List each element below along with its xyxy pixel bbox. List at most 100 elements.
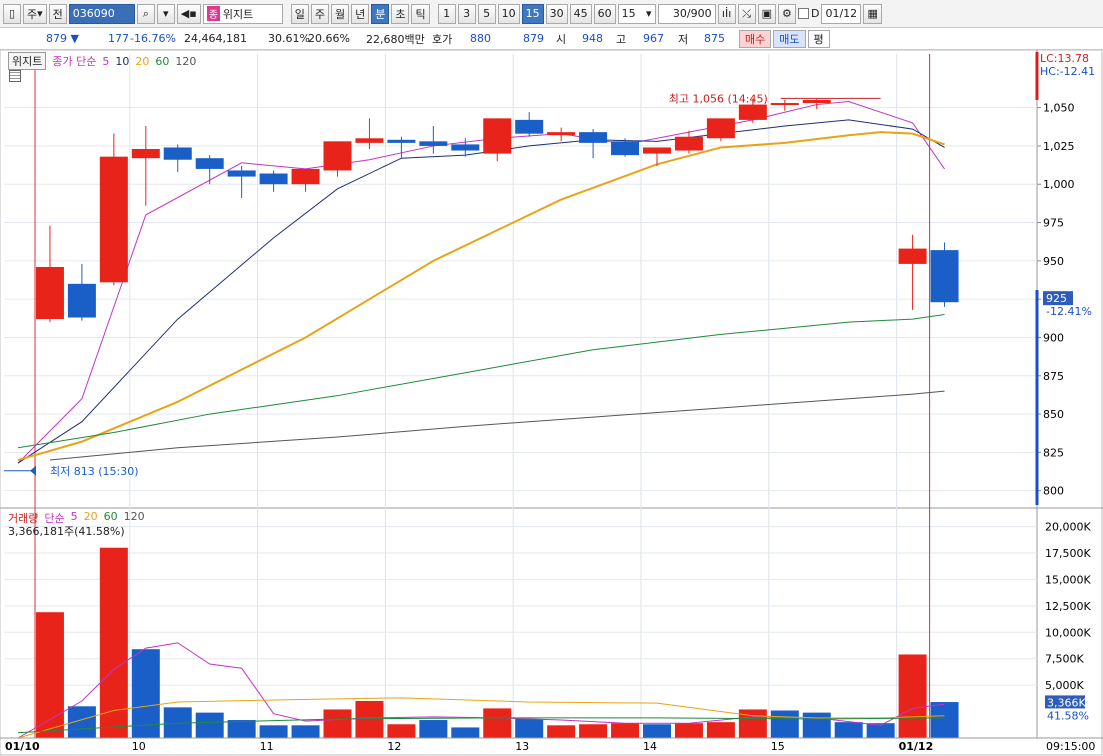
candle-body[interactable] — [930, 250, 959, 303]
candle-body[interactable] — [515, 119, 544, 134]
volume-tick-label: 20,000K — [1045, 521, 1091, 534]
candle-body[interactable] — [579, 132, 608, 143]
dropdown-arrow-icon[interactable]: ▾ — [156, 3, 175, 24]
candle-body[interactable] — [227, 170, 256, 177]
candle-body[interactable] — [291, 168, 320, 185]
drawing-tools-icon[interactable]: ⤯ — [737, 3, 756, 24]
volume-bar[interactable] — [930, 702, 959, 738]
candle-body[interactable] — [419, 141, 448, 146]
minute-tab-3[interactable]: 3 — [457, 3, 476, 24]
minute-select-value: 15 — [621, 7, 636, 20]
volume-tick-label: 10,000K — [1045, 626, 1091, 639]
volume-bar[interactable] — [547, 725, 576, 738]
stock-name-field[interactable]: 종 위지트 — [202, 3, 283, 24]
save-icon[interactable]: ▣ — [757, 3, 776, 24]
volume-bar[interactable] — [451, 727, 480, 738]
volume-bar[interactable] — [483, 708, 512, 738]
count-value: 30 — [672, 7, 687, 20]
volume-bar[interactable] — [419, 720, 448, 738]
candle-body[interactable] — [67, 283, 96, 318]
minute-tab-5[interactable]: 5 — [477, 3, 496, 24]
date-checkbox[interactable] — [797, 8, 809, 19]
sell-button[interactable]: 매도 — [773, 29, 806, 48]
candle-body[interactable] — [483, 118, 512, 154]
candle-body[interactable] — [35, 266, 64, 320]
current-volume-pct-label: 41.58% — [1047, 709, 1089, 722]
chart-window-icon[interactable]: ▯ — [3, 3, 21, 24]
volume-bar[interactable] — [323, 709, 352, 738]
volume-bar[interactable] — [643, 724, 671, 738]
minute-select[interactable]: 15 ▾ — [617, 3, 656, 24]
market-mode-select[interactable]: 주 ▾ — [23, 3, 47, 24]
minute-tab-60[interactable]: 60 — [593, 3, 616, 24]
period-tab-틱[interactable]: 틱 — [411, 3, 430, 24]
candle-body[interactable] — [195, 158, 224, 169]
volume-bar[interactable] — [898, 654, 927, 738]
volume-bar[interactable] — [515, 718, 544, 738]
volume-bar[interactable] — [802, 712, 831, 738]
count-input[interactable]: 30/900 — [657, 3, 716, 24]
period-tab-초[interactable]: 초 — [391, 3, 410, 24]
trade-amount: 22,680백만 — [366, 32, 425, 46]
candle-body[interactable] — [802, 99, 831, 104]
calendar-icon[interactable]: ▦ — [863, 3, 882, 24]
candle-body[interactable] — [674, 136, 703, 151]
candle-body[interactable] — [355, 138, 384, 143]
period-tab-년[interactable]: 년 — [351, 3, 370, 24]
flat-button[interactable]: 평 — [807, 29, 830, 48]
current-change-axis-label: -12.41% — [1046, 305, 1092, 318]
chart-grid-icon[interactable] — [9, 70, 21, 82]
candle-body[interactable] — [643, 147, 671, 154]
prev-button[interactable]: 전 — [48, 3, 67, 24]
candle-body[interactable] — [323, 141, 352, 171]
stock-code-input[interactable]: 036090 — [68, 3, 135, 24]
buy-button[interactable]: 매수 — [739, 29, 772, 48]
volume-bar[interactable] — [355, 701, 384, 738]
candle-body[interactable] — [131, 148, 160, 159]
period-tab-분[interactable]: 분 — [371, 3, 390, 24]
date-input[interactable]: 01/12 — [821, 3, 862, 24]
open-label: 시 — [556, 32, 567, 46]
candle-body[interactable] — [547, 132, 576, 136]
period-tabs: 일주월년분초틱 — [290, 3, 430, 24]
volume-bar[interactable] — [387, 724, 416, 738]
candle-body[interactable] — [387, 139, 416, 143]
minute-tab-15[interactable]: 15 — [521, 3, 544, 24]
candle-body[interactable] — [738, 104, 767, 120]
volume-bar[interactable] — [674, 723, 703, 738]
candle-body[interactable] — [611, 141, 640, 156]
candle-body[interactable] — [451, 144, 480, 151]
minute-tab-30[interactable]: 30 — [545, 3, 568, 24]
candle-body[interactable] — [898, 248, 927, 264]
indicator-name[interactable]: 위지트 — [8, 52, 47, 70]
candle-type-icon[interactable]: ıİı — [717, 3, 736, 24]
volume-bar[interactable] — [706, 722, 735, 738]
x-axis-label: 10 — [132, 740, 146, 753]
candle-body[interactable] — [770, 103, 799, 106]
settings-icon[interactable]: ⚙ — [777, 3, 796, 24]
candle-body[interactable] — [163, 147, 192, 160]
date-checkbox-label: D — [810, 7, 820, 20]
volume-bar[interactable] — [579, 724, 608, 738]
speaker-icon[interactable]: ◀▪ — [176, 3, 201, 24]
minute-tab-10[interactable]: 10 — [497, 3, 520, 24]
volume-bar[interactable] — [195, 712, 224, 738]
volume-bar[interactable] — [834, 722, 863, 738]
volume-bar[interactable] — [291, 725, 320, 738]
volume-bar[interactable] — [770, 710, 799, 738]
volume-bar[interactable] — [227, 720, 256, 738]
minute-tab-1[interactable]: 1 — [437, 3, 456, 24]
candle-body[interactable] — [706, 118, 735, 139]
volume-bar[interactable] — [259, 725, 288, 738]
candle-body[interactable] — [259, 173, 288, 185]
period-tab-주[interactable]: 주 — [310, 3, 329, 24]
minute-tab-45[interactable]: 45 — [569, 3, 592, 24]
period-tab-월[interactable]: 월 — [330, 3, 350, 24]
volume-tick-label: 12,500K — [1045, 600, 1091, 613]
period-tab-일[interactable]: 일 — [290, 3, 309, 24]
volume-bar[interactable] — [738, 709, 767, 738]
volume-bar[interactable] — [611, 723, 640, 738]
search-icon[interactable]: ⌕ — [136, 3, 155, 24]
stock-chart[interactable]: 800 825 850 875 900 925 950 975 1,000 1,025 1,050 5… — [0, 50, 1103, 756]
candle-body[interactable] — [99, 156, 128, 283]
